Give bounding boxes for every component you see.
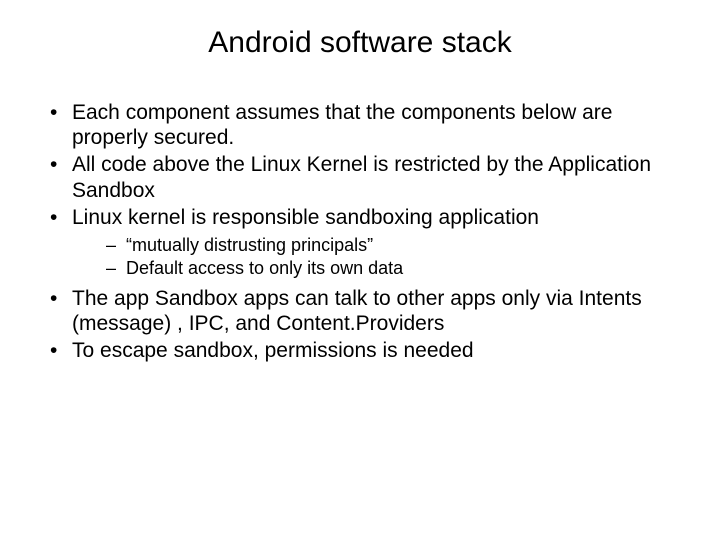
bullet-text: The app Sandbox apps can talk to other a… — [72, 287, 642, 335]
sub-bullet-list: “mutually distrusting principals” Defaul… — [72, 234, 678, 280]
bullet-item: To escape sandbox, permissions is needed — [42, 338, 678, 363]
slide-title: Android software stack — [42, 26, 678, 60]
sub-bullet-text: Default access to only its own data — [126, 258, 403, 278]
sub-bullet-item: “mutually distrusting principals” — [72, 234, 678, 257]
sub-bullet-item: Default access to only its own data — [72, 257, 678, 280]
slide: Android software stack Each component as… — [0, 0, 720, 540]
bullet-text: Each component assumes that the componen… — [72, 101, 612, 149]
bullet-item: The app Sandbox apps can talk to other a… — [42, 286, 678, 336]
bullet-item: Linux kernel is responsible sandboxing a… — [42, 205, 678, 280]
bullet-text: To escape sandbox, permissions is needed — [72, 339, 474, 362]
bullet-list: Each component assumes that the componen… — [42, 100, 678, 364]
sub-bullet-text: “mutually distrusting principals” — [126, 235, 373, 255]
bullet-item: Each component assumes that the componen… — [42, 100, 678, 150]
bullet-item: All code above the Linux Kernel is restr… — [42, 152, 678, 202]
bullet-text: Linux kernel is responsible sandboxing a… — [72, 206, 539, 229]
bullet-text: All code above the Linux Kernel is restr… — [72, 153, 651, 201]
